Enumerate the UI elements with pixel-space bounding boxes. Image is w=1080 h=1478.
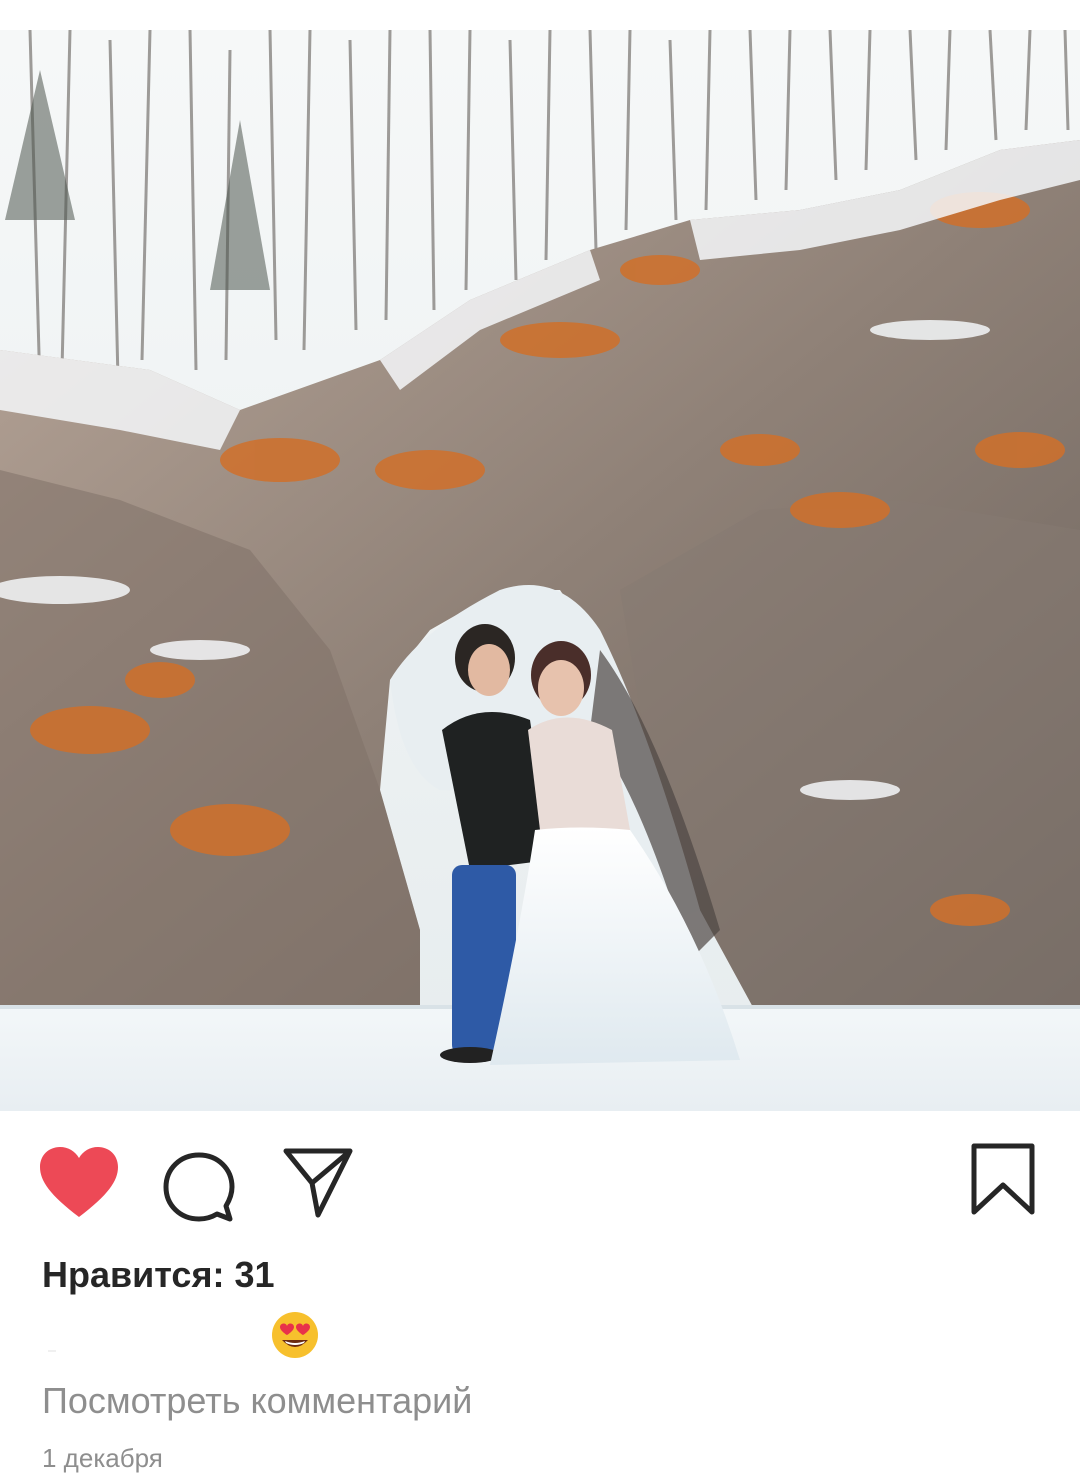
- caption: [42, 1310, 642, 1360]
- post-photo[interactable]: [0, 30, 1080, 1111]
- top-strip: [0, 0, 1080, 30]
- post-actions: [0, 1111, 1080, 1241]
- bookmark-icon[interactable]: [970, 1143, 1036, 1215]
- heart-icon[interactable]: [40, 1147, 118, 1219]
- likes-count[interactable]: Нравится: 31: [42, 1254, 275, 1296]
- paper-plane-icon[interactable]: [282, 1147, 354, 1219]
- view-comments-link[interactable]: Посмотреть комментарий: [42, 1380, 472, 1422]
- caption-text-fragment: [48, 1350, 56, 1352]
- caption-username[interactable]: [42, 1310, 264, 1360]
- comment-icon[interactable]: [162, 1151, 236, 1225]
- heart-eyes-emoji: [270, 1310, 320, 1360]
- post-date: 1 декабря: [42, 1443, 163, 1473]
